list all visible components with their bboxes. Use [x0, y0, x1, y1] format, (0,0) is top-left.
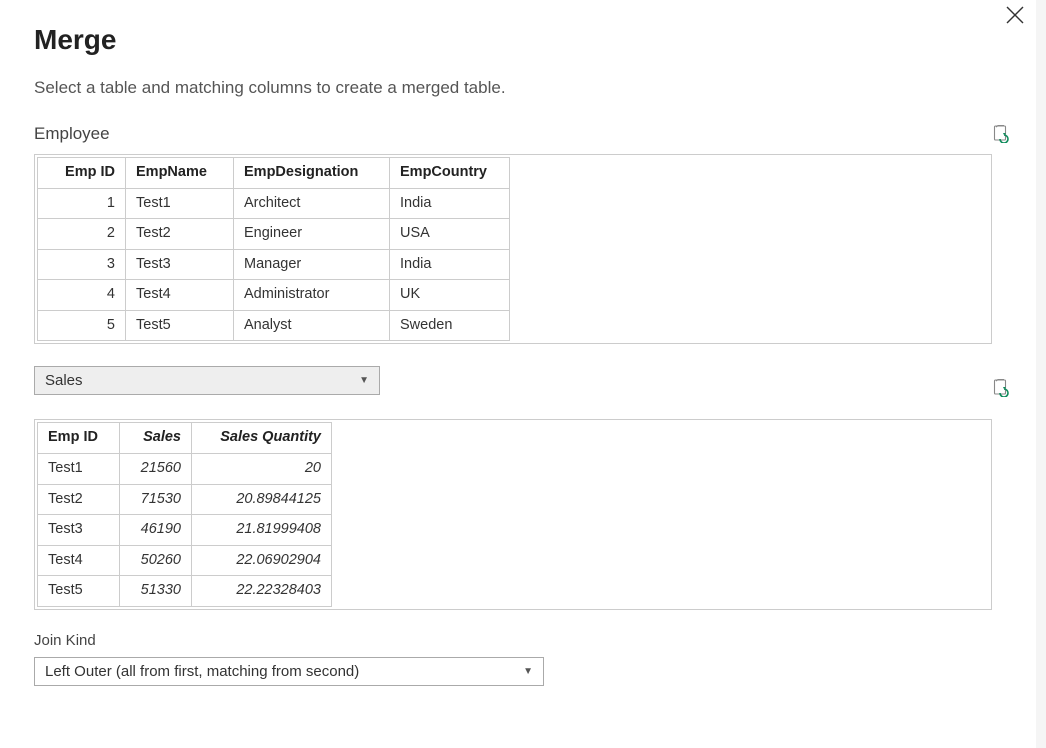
table2-selector-value: Sales [45, 372, 83, 389]
table-row[interactable]: Test3 46190 21.81999408 [38, 515, 332, 546]
sales-table[interactable]: Emp ID Sales Sales Quantity Test1 21560 … [37, 422, 332, 606]
join-kind-value: Left Outer (all from first, matching fro… [45, 663, 359, 680]
refresh-icon[interactable] [992, 125, 1010, 143]
dialog-title: Merge [34, 24, 1012, 56]
chevron-down-icon: ▼ [523, 666, 533, 677]
table-row[interactable]: 4 Test4 Administrator UK [38, 280, 510, 311]
table-header-row[interactable]: Emp ID Sales Sales Quantity [38, 423, 332, 454]
table2-header: Sales ▼ [34, 366, 1012, 409]
table-row[interactable]: Test5 51330 22.22328403 [38, 576, 332, 607]
table-row[interactable]: Test2 71530 20.89844125 [38, 484, 332, 515]
table-row[interactable]: Test1 21560 20 [38, 453, 332, 484]
close-icon[interactable] [1004, 4, 1026, 30]
col-emp-id[interactable]: Emp ID [38, 158, 126, 189]
join-kind-label: Join Kind [34, 632, 1012, 649]
table1-header: Employee [34, 124, 1012, 144]
table1-container: Emp ID EmpName EmpDesignation EmpCountry… [34, 154, 992, 344]
table-row[interactable]: 1 Test1 Architect India [38, 188, 510, 219]
table-row[interactable]: 3 Test3 Manager India [38, 249, 510, 280]
refresh-icon[interactable] [992, 379, 1010, 397]
table1-name: Employee [34, 124, 110, 144]
scrollbar[interactable] [1036, 0, 1046, 748]
chevron-down-icon: ▼ [359, 375, 369, 386]
col-sales-quantity[interactable]: Sales Quantity [192, 423, 332, 454]
table-row[interactable]: Test4 50260 22.06902904 [38, 545, 332, 576]
col-emp-name[interactable]: EmpName [126, 158, 234, 189]
col-emp-id[interactable]: Emp ID [38, 423, 120, 454]
col-emp-country[interactable]: EmpCountry [390, 158, 510, 189]
table2-container: Emp ID Sales Sales Quantity Test1 21560 … [34, 419, 992, 609]
table-row[interactable]: 2 Test2 Engineer USA [38, 219, 510, 250]
col-emp-designation[interactable]: EmpDesignation [234, 158, 390, 189]
table2-selector[interactable]: Sales ▼ [34, 366, 380, 395]
merge-dialog: Merge Select a table and matching column… [0, 0, 1046, 720]
employee-table[interactable]: Emp ID EmpName EmpDesignation EmpCountry… [37, 157, 510, 341]
dialog-subtitle: Select a table and matching columns to c… [34, 78, 1012, 98]
table-row[interactable]: 5 Test5 Analyst Sweden [38, 310, 510, 341]
col-sales[interactable]: Sales [120, 423, 192, 454]
join-kind-selector[interactable]: Left Outer (all from first, matching fro… [34, 657, 544, 686]
table-header-row[interactable]: Emp ID EmpName EmpDesignation EmpCountry [38, 158, 510, 189]
